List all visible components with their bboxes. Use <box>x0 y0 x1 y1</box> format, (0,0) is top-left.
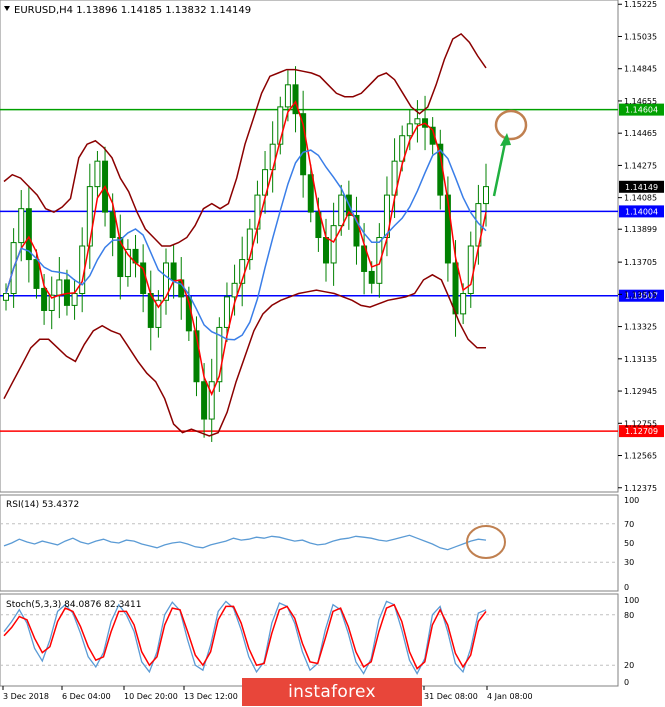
stoch-tick-label: 20 <box>624 661 634 670</box>
price-tick-label: 1.13135 <box>624 355 657 364</box>
price-tick-label: 1.14845 <box>624 65 657 74</box>
rsi-tick-label: 50 <box>624 539 634 548</box>
price-tick-label: 1.14085 <box>624 194 657 203</box>
candle-body <box>178 279 185 298</box>
price-level-label: 1.14604 <box>625 106 658 115</box>
candle-body <box>323 237 329 264</box>
candle-body <box>41 287 48 311</box>
chart-header: EURUSD,H4 1.13896 1.14185 1.13832 1.1414… <box>4 5 251 16</box>
watermark-text: instaforex <box>288 682 376 702</box>
symbol-header: EURUSD,H4 1.13896 1.14185 1.13832 1.1414… <box>14 5 251 16</box>
current-price-label: 1.14149 <box>625 183 658 192</box>
price-tick-label: 1.12755 <box>624 419 657 428</box>
candle-body <box>231 282 238 298</box>
price-tick-label: 1.14275 <box>624 161 657 170</box>
price-tick-label: 1.15035 <box>624 32 657 41</box>
price-tick-label: 1.13515 <box>624 290 657 299</box>
candle-body <box>254 194 261 230</box>
candle-body <box>338 194 345 227</box>
price-tick-label: 1.15225 <box>624 0 657 9</box>
candle-body <box>71 293 78 306</box>
x-tick-label: 13 Dec 12:00 <box>184 692 238 701</box>
price-tick-label: 1.14465 <box>624 129 657 138</box>
rsi-tick-label: 100 <box>624 496 639 505</box>
candle-body <box>284 84 291 108</box>
price-tick-label: 1.12375 <box>624 484 657 493</box>
price-level-label: 1.14004 <box>625 207 658 216</box>
candle-body <box>201 381 208 420</box>
candle-body <box>483 186 489 205</box>
x-tick-label: 4 Jan 08:00 <box>487 692 533 701</box>
candle-body <box>330 225 337 264</box>
candle-body <box>33 259 40 289</box>
candle-body <box>368 270 375 284</box>
candle-body <box>223 296 230 328</box>
price-level-label: 1.12709 <box>625 427 658 436</box>
candle-body <box>56 279 63 296</box>
x-tick-label: 6 Dec 04:00 <box>62 692 111 701</box>
rsi-tick-label: 30 <box>624 558 634 567</box>
candle-body <box>3 293 9 301</box>
stoch-tick-label: 0 <box>624 678 629 687</box>
stoch-tick-label: 100 <box>624 596 639 605</box>
rsi-title: RSI(14) 53.4372 <box>6 500 79 510</box>
candle-body <box>414 118 421 125</box>
trading-chart[interactable]: 1.146041.140041.135071.127091.14149 1.15… <box>0 0 665 707</box>
price-tick-label: 1.13899 <box>624 225 657 234</box>
x-tick-label: 31 Dec 08:00 <box>424 692 478 701</box>
price-tick-label: 1.13705 <box>624 258 657 267</box>
price-tick-label: 1.14655 <box>624 97 657 106</box>
candle-body <box>452 262 459 315</box>
price-tick-label: 1.13325 <box>624 323 657 332</box>
instaforex-logo: instaforex <box>242 678 422 706</box>
candle-body <box>94 160 101 188</box>
candle-body <box>307 174 314 213</box>
candle-body <box>406 123 413 137</box>
candle-body <box>170 262 177 281</box>
price-tick-label: 1.12565 <box>624 452 657 461</box>
candle-body <box>18 208 25 244</box>
stoch-tick-label: 80 <box>624 611 634 620</box>
stoch-title: Stoch(5,3,3) 84.0876 82.3411 <box>6 600 141 610</box>
rsi-tick-label: 0 <box>624 583 629 592</box>
candle-body <box>208 381 215 420</box>
price-tick-label: 1.12945 <box>624 387 657 396</box>
candle-body <box>460 293 467 315</box>
x-tick-label: 3 Dec 2018 <box>3 692 49 701</box>
candle-body <box>86 186 93 247</box>
rsi-tick-label: 70 <box>624 520 634 529</box>
x-tick-label: 10 Dec 20:00 <box>124 692 178 701</box>
